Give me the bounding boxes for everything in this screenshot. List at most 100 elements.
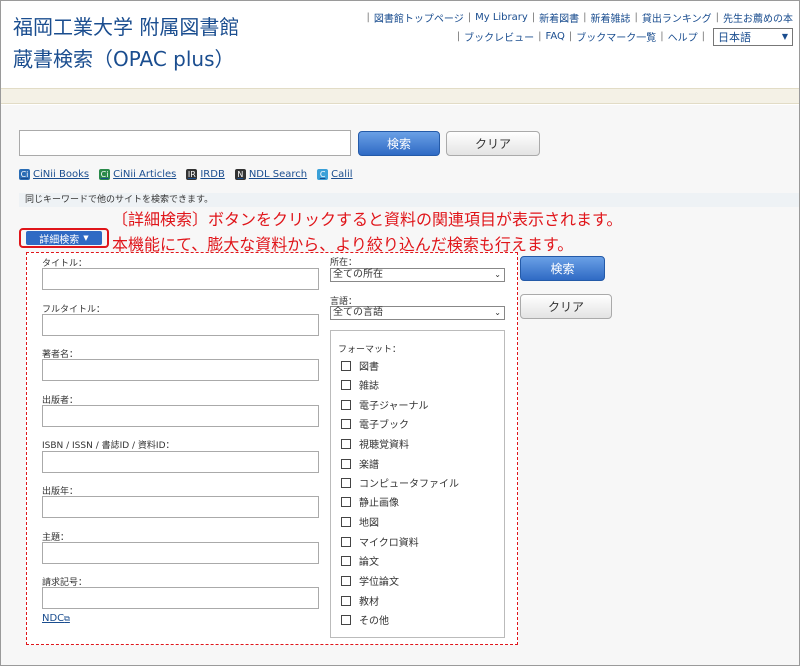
format-option[interactable]: その他 <box>341 612 389 627</box>
format-option-label: 電子ブック <box>359 420 409 431</box>
format-option[interactable]: 地図 <box>341 514 379 529</box>
publisher-input[interactable] <box>42 405 319 427</box>
ndc-link[interactable]: NDC⧉ <box>42 613 70 624</box>
ndc-label: NDC <box>42 613 65 624</box>
link-new-books[interactable]: 新着図書 <box>539 10 579 25</box>
chevron-down-icon: ⌄ <box>494 308 501 317</box>
format-option[interactable]: 教材 <box>341 593 379 608</box>
checkbox[interactable] <box>341 438 351 449</box>
link-my-library[interactable]: My Library <box>475 12 528 23</box>
checkbox[interactable] <box>341 379 351 390</box>
fulltitle-input[interactable] <box>42 314 319 336</box>
advanced-clear-button[interactable]: クリア <box>520 294 612 319</box>
format-option[interactable]: 視聴覚資料 <box>341 436 409 451</box>
format-option-label: 地図 <box>359 518 379 529</box>
format-option[interactable]: 楽譜 <box>341 456 379 471</box>
checkbox[interactable] <box>341 536 351 547</box>
search-button[interactable]: 検索 <box>358 131 440 156</box>
library-title: 福岡工業大学 附属図書館 <box>13 15 240 39</box>
checkbox[interactable] <box>341 360 351 371</box>
format-option-label: コンピュータファイル <box>359 479 459 490</box>
cinii-articles-icon: Ci <box>99 169 111 180</box>
link-bookmarks[interactable]: ブックマーク一覧 <box>576 29 656 44</box>
clear-button[interactable]: クリア <box>446 131 540 156</box>
link-book-review[interactable]: ブックレビュー <box>464 29 534 44</box>
format-option[interactable]: 雑誌 <box>341 377 379 392</box>
callnumber-input[interactable] <box>42 587 319 609</box>
location-label: 所在： <box>330 258 358 268</box>
opac-title: 蔵書検索（OPAC plus） <box>13 47 235 71</box>
checkbox[interactable] <box>341 516 351 527</box>
irdb-icon: IR <box>186 169 198 180</box>
format-option[interactable]: コンピュータファイル <box>341 475 459 490</box>
format-option[interactable]: 論文 <box>341 553 379 568</box>
checkbox[interactable] <box>341 575 351 586</box>
link-cinii-articles-label: CiNii Articles <box>113 169 177 180</box>
checkbox[interactable] <box>341 399 351 410</box>
link-irdb[interactable]: IR IRDB <box>186 169 225 180</box>
link-library-top[interactable]: 図書館トップページ <box>374 10 464 25</box>
format-option-label: 図書 <box>359 362 379 373</box>
cinii-books-icon: Ci <box>19 169 30 180</box>
link-loan-ranking[interactable]: 貸出ランキング <box>642 10 712 25</box>
format-option[interactable]: 電子ブック <box>341 416 409 431</box>
checkbox[interactable] <box>341 595 351 606</box>
format-option-label: 教材 <box>359 597 379 608</box>
format-option-label: その他 <box>359 616 389 627</box>
advanced-search-button[interactable]: 検索 <box>520 256 605 281</box>
annotation-line1: 〔詳細検索〕ボタンをクリックすると資料の関連項目が表示されます。 <box>112 210 623 229</box>
link-ndl-search[interactable]: N NDL Search <box>234 169 307 180</box>
link-cinii-books[interactable]: Ci CiNii Books <box>19 169 89 180</box>
year-input[interactable] <box>42 496 319 518</box>
language-value: 日本語 <box>718 30 751 44</box>
subject-input[interactable] <box>42 542 319 564</box>
checkbox[interactable] <box>341 614 351 625</box>
link-help[interactable]: ヘルプ <box>668 29 698 44</box>
top-links-row2: | ブックレビュー | FAQ | ブックマーク一覧 | ヘルプ | 日本語 ▼ <box>353 27 793 46</box>
advanced-search-label: 詳細検索 <box>39 234 80 246</box>
link-cinii-books-label: CiNii Books <box>33 169 90 180</box>
format-option[interactable]: 図書 <box>341 358 379 373</box>
format-option-label: 電子ジャーナル <box>359 401 429 412</box>
link-calil[interactable]: C Calil <box>317 169 353 180</box>
author-input[interactable] <box>42 359 319 381</box>
title-input[interactable] <box>42 268 319 290</box>
format-option-label: マイクロ資料 <box>359 538 419 549</box>
calil-icon: C <box>317 169 329 180</box>
format-option[interactable]: マイクロ資料 <box>341 534 419 549</box>
link-faq[interactable]: FAQ <box>546 31 565 42</box>
chevron-down-icon: ⌄ <box>494 270 501 279</box>
advanced-toggle-highlight: 詳細検索 ▼ <box>19 228 109 248</box>
link-cinii-articles[interactable]: Ci CiNii Articles <box>99 169 176 180</box>
location-value: 全ての所在 <box>333 269 383 280</box>
keyword-input[interactable] <box>19 130 351 156</box>
link-calil-label: Calil <box>331 169 353 180</box>
advanced-search-toggle[interactable]: 詳細検索 ▼ <box>26 231 102 246</box>
checkbox[interactable] <box>341 477 351 488</box>
checkbox[interactable] <box>341 418 351 429</box>
link-new-journals[interactable]: 新着雑誌 <box>591 10 631 25</box>
language-select[interactable]: 日本語 ▼ <box>713 27 793 46</box>
checkbox[interactable] <box>341 458 351 469</box>
format-option[interactable]: 学位論文 <box>341 573 399 588</box>
format-option-label: 楽譜 <box>359 460 379 471</box>
field-label-isbn: ISBN / ISSN / 書誌ID / 資料ID： <box>42 441 175 451</box>
chevron-down-icon: ▼ <box>781 32 788 41</box>
format-option-label: 学位論文 <box>359 577 399 588</box>
format-label: フォーマット： <box>338 345 402 355</box>
checkbox[interactable] <box>341 555 351 566</box>
format-option[interactable]: 静止画像 <box>341 494 399 509</box>
header-band <box>1 88 799 104</box>
format-option[interactable]: 電子ジャーナル <box>341 397 429 412</box>
link-teacher-recommend[interactable]: 先生お薦めの本 <box>723 10 793 25</box>
external-search-hint: 同じキーワードで他のサイトを検索できます。 <box>19 193 799 207</box>
top-links: | 図書館トップページ | My Library | 新着図書 | 新着雑誌 | 貸出ラン… <box>353 9 793 46</box>
format-option-label: 視聴覚資料 <box>359 440 409 451</box>
checkbox[interactable] <box>341 496 351 507</box>
format-option-label: 論文 <box>359 557 379 568</box>
page-header: 福岡工業大学 附属図書館 蔵書検索（OPAC plus） | 図書館トップページ … <box>1 1 799 87</box>
location-select[interactable]: 全ての所在 ⌄ <box>330 268 505 282</box>
language-filter-select[interactable]: 全ての言語 ⌄ <box>330 306 505 320</box>
external-link-icon: ⧉ <box>64 614 70 623</box>
isbn-input[interactable] <box>42 451 319 473</box>
